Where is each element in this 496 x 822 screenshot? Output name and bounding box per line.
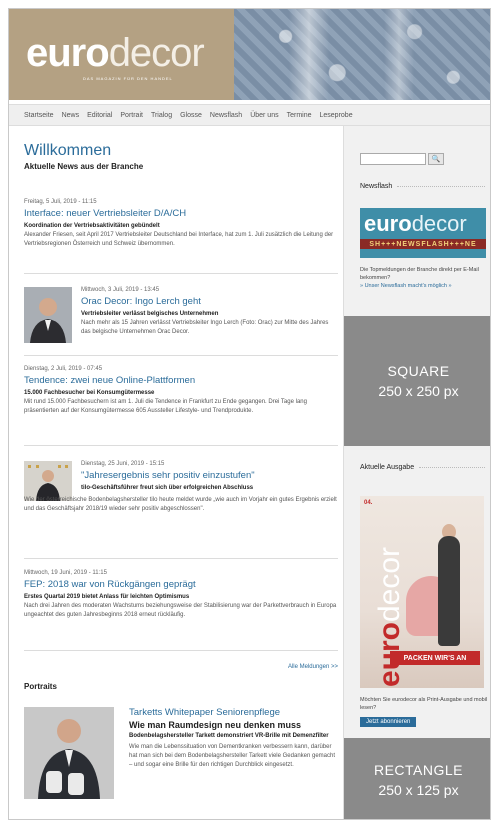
news-title-link[interactable]: Interface: neuer Vertriebsleiter D/A/CH	[24, 208, 338, 220]
nf-strip-text: SH+++NEWSFLASH+++NE	[369, 240, 477, 248]
news-body: Alexander Friesen, seit April 2017 Vertr…	[24, 232, 334, 247]
ad-rectangle[interactable]: RECTANGLE 250 x 125 px	[344, 738, 490, 819]
search-form: 🔍	[360, 153, 444, 165]
portrait-teaser: Tarketts Whitepaper Seniorenpflege Wie m…	[24, 707, 338, 799]
magazine-cover[interactable]: 04. eurodecor PACKEN WIR'S AN	[360, 496, 484, 688]
news-date: Dienstag, 2 Juli, 2019 - 07:45	[24, 366, 103, 372]
nav-trialog[interactable]: Trialog	[151, 112, 172, 119]
divider	[24, 355, 338, 356]
news-thumbnail[interactable]	[24, 287, 72, 343]
main-content: Willkommen Aktuelle News aus der Branche…	[24, 142, 338, 799]
portrait-lead: Bodenbelagshersteller Tarkett demonstrie…	[129, 733, 329, 739]
news-item: Freitag, 5 Juli, 2019 - 11:15 Interface:…	[24, 199, 338, 249]
news-body: Wie der österreichische Bodenbelagsherst…	[24, 497, 337, 512]
all-news-link[interactable]: Alle Meldungen >>	[24, 664, 338, 670]
news-body: Mit rund 15.000 Fachbesuchern ist am 1. …	[24, 399, 307, 414]
news-body: Nach drei Jahren des moderaten Wachstums…	[24, 603, 337, 618]
ad-square[interactable]: SQUARE 250 x 250 px	[344, 316, 490, 446]
nav-ueber-uns[interactable]: Über uns	[250, 112, 278, 119]
issue-text: Möchten Sie eurodecor als Print-Ausgabe …	[360, 697, 488, 711]
news-title-link[interactable]: Tendence: zwei neue Online-Plattformen	[24, 375, 338, 387]
nav-termine[interactable]: Termine	[287, 112, 312, 119]
page: eurodecor DAS MAGAZIN FÜR DEN HANDEL Sta…	[8, 8, 491, 820]
news-title-link[interactable]: FEP: 2018 war von Rückgängen geprägt	[24, 579, 338, 591]
news-item: Mittwoch, 3 Juli, 2019 - 13:45 Orac Deco…	[24, 287, 338, 343]
nav-newsflash[interactable]: Newsflash	[210, 112, 242, 119]
logo-decor: decor	[108, 31, 205, 75]
divider	[24, 558, 338, 559]
cover-headline: PACKEN WIR'S AN	[390, 651, 480, 665]
logo-tagline: DAS MAGAZIN FÜR DEN HANDEL	[83, 76, 173, 81]
page-subtitle: Aktuelle News aus der Branche	[24, 162, 144, 171]
model-figure	[438, 536, 460, 646]
nav-news[interactable]: News	[62, 112, 80, 119]
newsflash-link[interactable]: » Unser Newsflash macht's möglich »	[360, 283, 452, 289]
newsflash-banner[interactable]: euro decor SH+++NEWSFLASH+++NE	[360, 208, 486, 258]
logo-euro: euro	[26, 31, 110, 75]
news-item: Dienstag, 2 Juli, 2019 - 07:45 Tendence:…	[24, 366, 338, 416]
ad-rect-title: RECTANGLE	[373, 761, 464, 778]
newsflash-heading-label: Newsflash	[360, 183, 393, 190]
divider	[24, 273, 338, 274]
news-lead: Vertriebsleiter verlässt belgisches Unte…	[81, 311, 219, 317]
person-photo-icon	[24, 707, 114, 799]
issue-heading-label: Aktuelle Ausgabe	[360, 464, 415, 471]
news-date: Freitag, 5 Juli, 2019 - 11:15	[24, 199, 97, 205]
page-title: Willkommen	[24, 142, 112, 159]
nav-glosse[interactable]: Glosse	[180, 112, 202, 119]
news-body: Nach mehr als 15 Jahren verlässt Vertrie…	[81, 320, 329, 335]
issue-heading: Aktuelle Ausgabe	[360, 464, 485, 471]
nav-leseprobe[interactable]: Leseprobe	[320, 112, 353, 119]
portrait-photo[interactable]	[24, 707, 114, 799]
news-item: Dienstag, 25 Juni, 2019 - 15:15 "Jahrese…	[24, 461, 338, 501]
news-date: Mittwoch, 19 Juni, 2019 - 11:15	[24, 570, 107, 576]
sidebar: 🔍 Newsflash euro decor SH+++NEWSFLASH+++N…	[343, 126, 490, 819]
site-logo[interactable]: eurodecor	[26, 29, 205, 77]
ad-rect-size: 250 x 125 px	[378, 781, 459, 798]
nav-startseite[interactable]: Startseite	[24, 112, 54, 119]
nf-logo-decor: decor	[411, 210, 467, 236]
search-input[interactable]	[360, 153, 426, 165]
news-title-link[interactable]: "Jahresergebnis sehr positiv einzustufen…	[81, 470, 338, 482]
news-lead: 15.000 Fachbesucher bei Konsumgütermesse	[24, 390, 155, 396]
portraits-heading: Portraits	[24, 682, 57, 691]
news-thumbnail[interactable]	[24, 461, 72, 501]
brand-block: eurodecor DAS MAGAZIN FÜR DEN HANDEL	[9, 9, 234, 100]
main-nav: Startseite News Editorial Portrait Trial…	[9, 104, 490, 126]
news-lead: Erstes Quartal 2019 bietet Anlass für le…	[24, 594, 190, 600]
divider	[24, 650, 338, 651]
news-lead: tilo-Geschäftsführer freut sich über erf…	[81, 485, 254, 491]
nf-logo-euro: euro	[364, 210, 412, 236]
nav-editorial[interactable]: Editorial	[87, 112, 112, 119]
portrait-body: Wie man die Lebenssituation von Dementkr…	[129, 744, 336, 768]
site-header: eurodecor DAS MAGAZIN FÜR DEN HANDEL	[9, 9, 490, 100]
person-photo-icon	[24, 461, 72, 501]
search-button[interactable]: 🔍	[428, 153, 444, 165]
nav-portrait[interactable]: Portrait	[120, 112, 143, 119]
portrait-subtitle: Wie man Raumdesign neu denken muss	[129, 720, 301, 730]
ad-square-title: SQUARE	[387, 363, 450, 379]
newsflash-description: Die Topmeldungen der Branche direkt per …	[360, 267, 479, 281]
cover-issue-number: 04.	[364, 500, 373, 506]
news-lead: Koordination der Vertriebsaktivitäten ge…	[24, 223, 160, 229]
header-lace-image	[234, 9, 490, 100]
divider	[24, 445, 338, 446]
news-date: Dienstag, 25 Juni, 2019 - 15:15	[81, 461, 165, 467]
news-date: Mittwoch, 3 Juli, 2019 - 13:45	[81, 287, 160, 293]
cover-logo: eurodecor	[373, 546, 407, 687]
person-photo-icon	[24, 287, 72, 343]
news-item: Mittwoch, 19 Juni, 2019 - 11:15 FEP: 201…	[24, 570, 338, 620]
subscribe-button[interactable]: Jetzt abonnieren	[360, 717, 417, 727]
news-title-link[interactable]: Orac Decor: Ingo Lerch geht	[81, 296, 338, 308]
newsflash-heading: Newsflash	[360, 183, 485, 190]
search-icon: 🔍	[431, 156, 441, 163]
ad-square-size: 250 x 250 px	[378, 383, 459, 399]
newsflash-text: Die Topmeldungen der Branche direkt per …	[360, 266, 488, 290]
portrait-title-link[interactable]: Tarketts Whitepaper Seniorenpflege	[129, 707, 338, 718]
